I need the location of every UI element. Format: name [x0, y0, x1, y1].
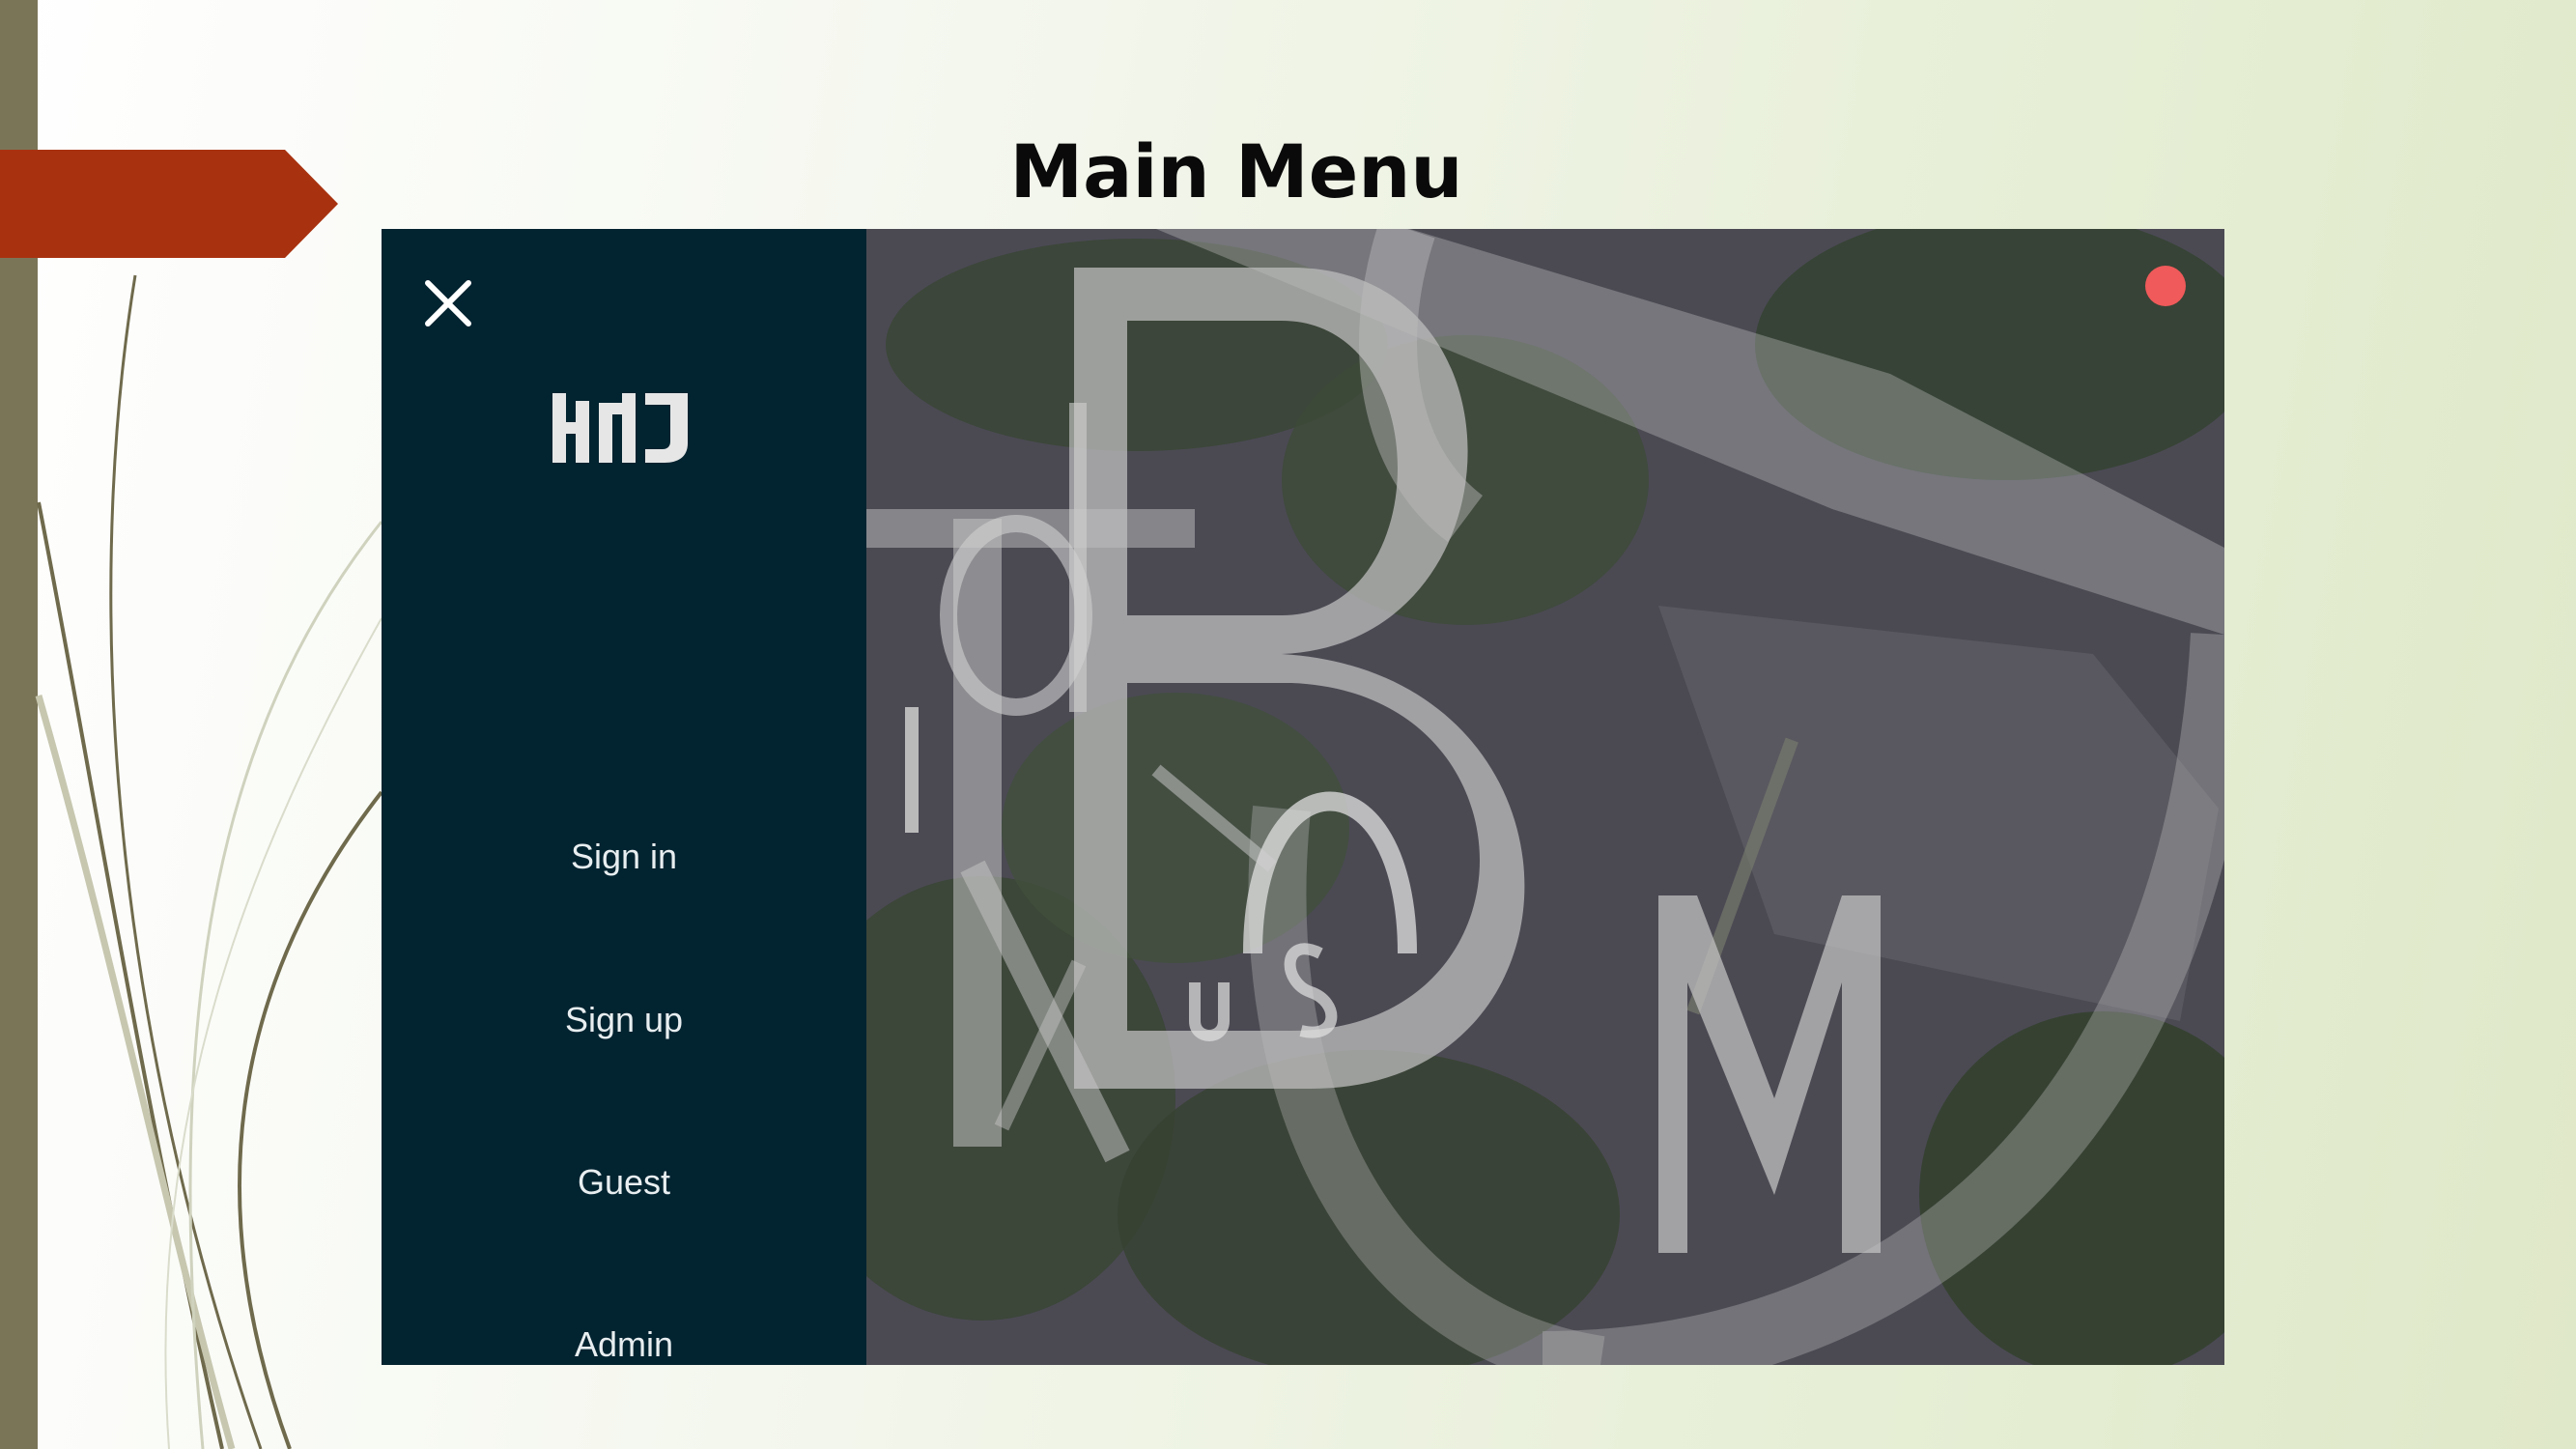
slide-title: Main Menu [1009, 128, 1463, 214]
close-icon [425, 280, 471, 327]
menu-item-sign-in[interactable]: Sign in [382, 813, 866, 900]
hero-image [789, 229, 2224, 1365]
aerial-campus-art [789, 229, 2224, 1365]
close-button[interactable] [418, 273, 478, 333]
hhj-logo [552, 393, 688, 463]
app-window: Sign in Sign up Guest Admin [382, 229, 2224, 1365]
menu-item-admin[interactable]: Admin [382, 1301, 866, 1365]
menu-item-guest[interactable]: Guest [382, 1139, 866, 1226]
menu-item-sign-up[interactable]: Sign up [382, 977, 866, 1064]
status-dot[interactable] [2145, 266, 2186, 306]
sidebar-menu: Sign in Sign up Guest Admin [382, 229, 866, 1365]
